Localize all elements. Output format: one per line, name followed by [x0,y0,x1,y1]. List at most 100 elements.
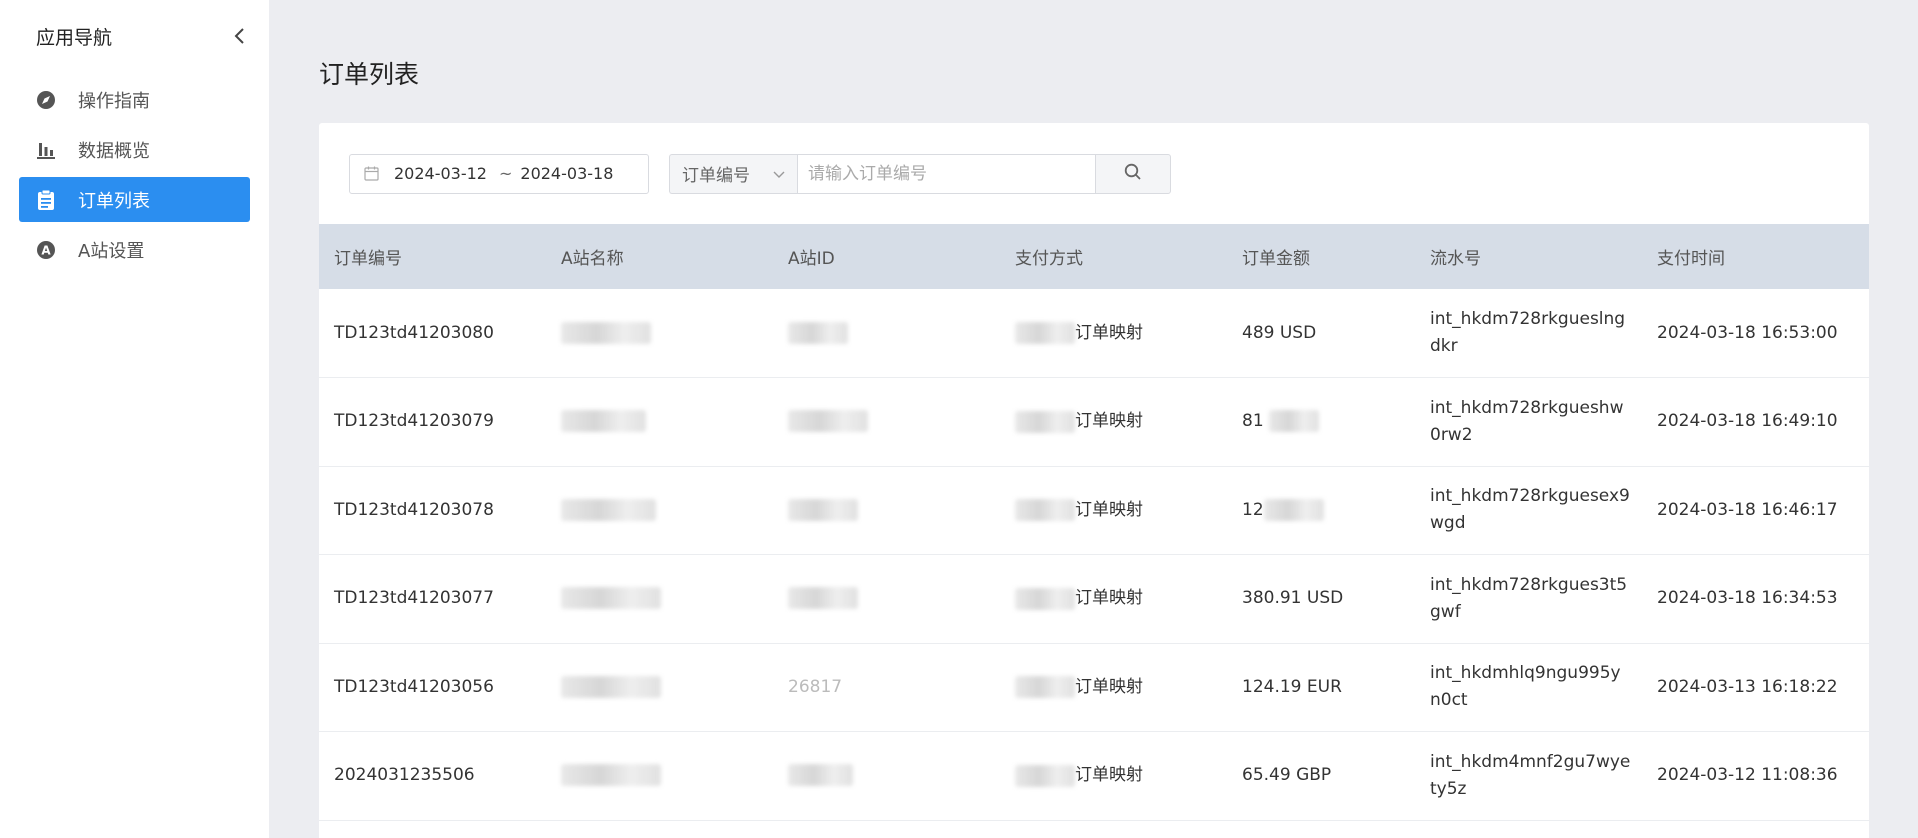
site-id-cell [773,555,1000,644]
amount-cell: 380.91 USD [1242,588,1344,609]
pay-time-cell: 2024-03-18 16:49:10 [1657,411,1838,432]
column-header: A站ID [788,249,835,269]
pay-time-cell: 2024-03-13 16:18:22 [1657,676,1838,697]
redacted-value [1263,498,1324,521]
redacted-value [788,764,853,787]
chevron-left-icon[interactable] [229,26,249,46]
table-row[interactable]: TD123td41203077 订单映射 380.91 USD int_hkdm… [319,555,1869,644]
column-header: 流水号 [1430,249,1481,269]
sidebar-item-label: 操作指南 [78,90,150,112]
amount-cell: 81 [1227,378,1415,467]
site-name-cell [546,466,773,555]
redacted-value [1015,587,1075,610]
sidebar-item-label: 订单列表 [78,190,150,212]
redacted-value [561,410,646,433]
site-id-cell: 26817 [788,676,843,697]
amount-value: 81 [1242,411,1264,432]
column-header: 支付时间 [1657,249,1725,269]
column-header: 支付方式 [1015,249,1083,269]
pay-method-label: 订单映射 [1075,588,1143,609]
sidebar-item-label: A站设置 [78,240,145,262]
txn-cell: int_hkdm728rkgues3t5 gwf [1430,574,1628,622]
amount-value: 12 [1242,499,1264,520]
site-id-cell [773,732,1000,821]
table-row[interactable]: TD123td41203079 订单映射 81 int_hkdm728rkgue… [319,378,1869,467]
redacted-value [788,410,868,433]
redacted-value [1015,676,1075,699]
column-header: 订单编号 [334,249,402,269]
redacted-value [788,587,858,610]
sidebar-item-label: 数据概览 [78,140,150,162]
app-root: 应用导航 操作指南 数据概览 订单列表 A A站设置 订单列表 2024-03-… [0,0,1918,838]
sidebar-item-overview[interactable]: 数据概览 [19,127,250,172]
site-id-cell [773,466,1000,555]
table-row[interactable]: TD123td41203056 26817 订单映射 124.19 EUR in… [319,643,1869,732]
redacted-value [1015,322,1075,344]
search-icon [1124,163,1142,185]
redacted-value [561,675,661,698]
search-group: 订单编号 [669,153,1171,194]
pay-method-label: 订单映射 [1075,411,1143,432]
txn-cell: int_hkdmhlq9ngu995y n0ct [1430,663,1621,711]
amount-cell: 12 [1227,466,1415,555]
search-input[interactable] [797,153,1095,194]
pay-time-cell: 2024-03-18 16:53:00 [1657,322,1838,343]
order-no-cell: TD123td41203078 [334,499,494,520]
redacted-value [1015,410,1075,433]
order-no-cell: TD123td41203080 [334,322,494,343]
sidebar: 应用导航 操作指南 数据概览 订单列表 A A站设置 [0,0,269,838]
pay-method-label: 订单映射 [1075,499,1143,520]
pay-method-cell: 订单映射 [1000,289,1227,378]
redacted-value [788,321,848,344]
site-id-cell [773,378,1000,467]
date-separator: ~ [498,164,513,183]
date-start: 2024-03-12 [394,164,487,183]
order-no-cell: TD123td41203079 [334,411,494,432]
redacted-value [1269,410,1320,433]
order-no-cell: TD123td41203056 [334,676,494,697]
redacted-value [1015,764,1075,787]
pay-method-cell: 订单映射 [1000,378,1227,467]
sidebar-item-orders[interactable]: 订单列表 [19,177,250,222]
table-header-row: 订单编号 A站名称 A站ID 支付方式 订单金额 流水号 支付时间 [319,224,1869,289]
column-header: 订单金额 [1242,249,1310,269]
txn-cell: int_hkdm4mnf2gu7wye ty5z [1430,751,1631,799]
filter-bar: 2024-03-12 ~ 2024-03-18 订单编号 [319,123,1869,224]
chevron-down-icon [773,164,785,184]
site-name-cell [546,732,773,821]
redacted-value [561,321,651,344]
column-header: A站名称 [561,249,624,269]
pay-time-cell: 2024-03-12 11:08:36 [1657,765,1838,786]
pay-method-label: 订单映射 [1075,765,1143,786]
search-field-select[interactable]: 订单编号 [669,153,797,194]
date-range-picker[interactable]: 2024-03-12 ~ 2024-03-18 [349,153,649,194]
bar-chart-icon [35,139,57,161]
site-name-cell [546,643,773,732]
sidebar-item-site-settings[interactable]: A A站设置 [19,227,250,272]
calendar-icon [364,166,380,182]
redacted-value [561,498,656,521]
pay-method-cell: 订单映射 [1000,555,1227,644]
pay-method-cell: 订单映射 [1000,732,1227,821]
sidebar-item-guide[interactable]: 操作指南 [19,77,250,122]
txn-cell: int_hkdm728rkgueshw 0rw2 [1430,397,1624,445]
select-value: 订单编号 [682,166,750,186]
table-row[interactable]: TD123td41203080 订单映射 489 USD int_hkdm728… [319,289,1869,378]
letter-a-icon: A [35,239,57,261]
amount-cell: 489 USD [1242,322,1317,343]
orders-card: 2024-03-12 ~ 2024-03-18 订单编号 请输入订单编号 订单编… [319,123,1869,838]
site-name-cell [546,378,773,467]
pay-method-label: 订单映射 [1075,322,1143,343]
orders-table: 订单编号 A站名称 A站ID 支付方式 订单金额 流水号 支付时间 TD123t… [319,224,1869,821]
table-row[interactable]: 2024031235506 订单映射 65.49 GBP int_hkdm4mn… [319,732,1869,821]
pay-method-label: 订单映射 [1075,676,1143,697]
main-content: 订单列表 2024-03-12 ~ 2024-03-18 订单编号 请输入订单编… [269,0,1918,838]
clipboard-icon [35,189,57,211]
redacted-value [561,587,661,610]
search-button[interactable] [1095,153,1171,194]
page-title: 订单列表 [319,60,420,89]
compass-icon [35,89,57,111]
table-row[interactable]: TD123td41203078 订单映射 12 int_hkdm728rkgue… [319,466,1869,555]
amount-cell: 124.19 EUR [1242,676,1342,697]
order-no-cell: TD123td41203077 [334,588,494,609]
